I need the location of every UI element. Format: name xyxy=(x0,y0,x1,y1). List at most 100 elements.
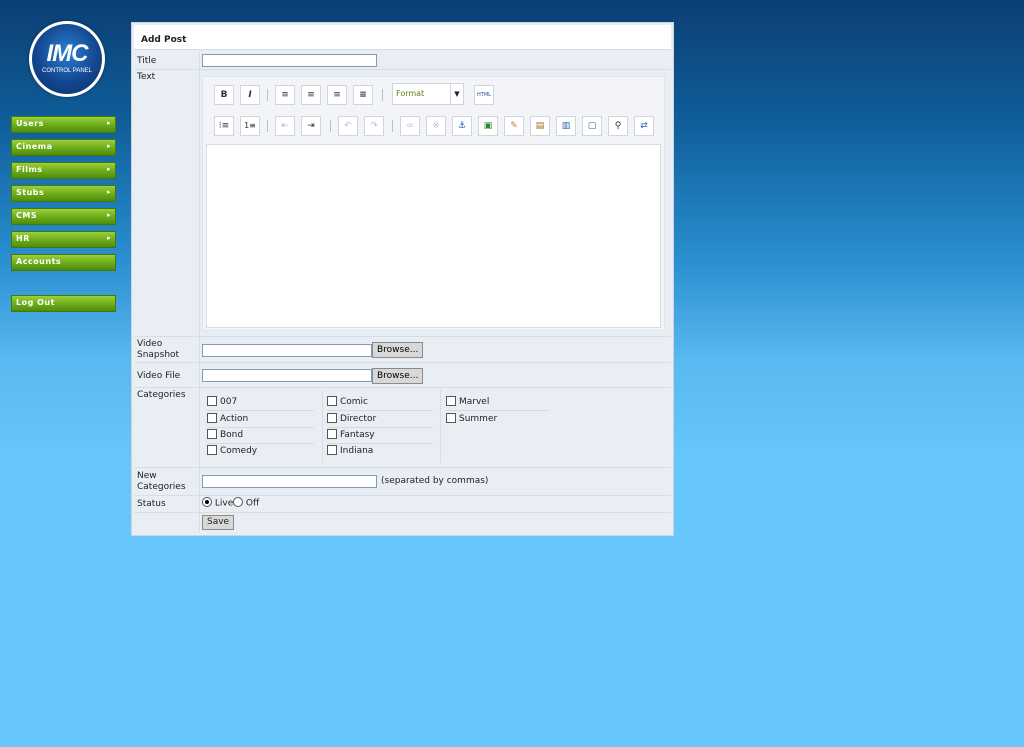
save-button[interactable]: Save xyxy=(202,515,235,530)
anchor-icon[interactable]: ⚓ xyxy=(452,116,472,136)
align-left-icon[interactable]: ≡ xyxy=(275,85,295,105)
category-label: Comic xyxy=(340,397,369,407)
menu-label: Users xyxy=(16,119,44,128)
video-file-row: Video File Browse... xyxy=(134,362,671,388)
title-input[interactable] xyxy=(202,54,377,67)
toolbar-separator xyxy=(392,120,393,132)
paste-text-icon[interactable]: ▤ xyxy=(530,116,550,136)
logo-subtext: CONTROL PANEL xyxy=(41,68,92,74)
category-bond[interactable]: Bond xyxy=(207,428,314,444)
image-icon[interactable]: ▣ xyxy=(478,116,498,136)
format-select[interactable]: Format ▼ xyxy=(392,83,464,105)
checkbox[interactable] xyxy=(327,428,337,439)
video-snapshot-input[interactable] xyxy=(202,344,372,357)
arrow-right-icon: ▸ xyxy=(106,119,111,127)
select-all-icon[interactable]: ▢ xyxy=(582,116,602,136)
indent-icon[interactable]: ⇥ xyxy=(301,116,321,136)
category-comic[interactable]: Comic xyxy=(327,395,433,411)
checkbox[interactable] xyxy=(207,412,217,423)
toolbar-separator xyxy=(267,120,268,132)
paste-word-icon[interactable]: ▥ xyxy=(556,116,576,136)
divider xyxy=(199,336,200,362)
category-007[interactable]: 007 xyxy=(207,395,314,411)
video-snapshot-label: Video Snapshot xyxy=(137,339,180,360)
outdent-icon[interactable]: ⇤ xyxy=(275,116,295,136)
link-icon[interactable]: ∞ xyxy=(400,116,420,136)
status-live-option[interactable]: Live xyxy=(202,497,234,509)
title-row: Title xyxy=(134,52,671,70)
align-right-icon[interactable]: ≡ xyxy=(327,85,347,105)
divider xyxy=(199,512,200,533)
category-fantasy[interactable]: Fantasy xyxy=(327,428,433,444)
menu-accounts-button[interactable]: Accounts xyxy=(11,254,116,271)
status-off-option[interactable]: Off xyxy=(233,497,260,509)
category-summer[interactable]: Summer xyxy=(446,412,550,428)
html-source-icon[interactable]: HTML xyxy=(474,85,494,105)
checkbox[interactable] xyxy=(207,444,217,455)
menu-users-button[interactable]: Users ▸ xyxy=(11,116,116,133)
replace-icon[interactable]: ⇄ xyxy=(634,116,654,136)
align-center-icon[interactable]: ≡ xyxy=(301,85,321,105)
editor-content-area[interactable] xyxy=(206,144,661,328)
category-label: Indiana xyxy=(340,446,374,456)
radio-button-selected[interactable] xyxy=(202,497,212,507)
menu-films-button[interactable]: Films ▸ xyxy=(11,162,116,179)
category-marvel[interactable]: Marvel xyxy=(446,395,550,411)
justify-icon[interactable]: ≡ xyxy=(353,85,373,105)
menu-label: Films xyxy=(16,165,43,174)
menu-stubs-button[interactable]: Stubs ▸ xyxy=(11,185,116,202)
checkbox[interactable] xyxy=(327,395,337,406)
divider xyxy=(199,362,200,387)
video-file-label: Video File xyxy=(137,371,181,381)
divider xyxy=(322,390,323,463)
video-snapshot-browse-button[interactable]: Browse... xyxy=(372,342,424,358)
status-label: Status xyxy=(137,499,166,509)
title-label: Title xyxy=(137,56,157,66)
menu-label: HR xyxy=(16,234,30,243)
category-director[interactable]: Director xyxy=(327,412,433,428)
save-row: Save xyxy=(134,512,671,533)
checkbox[interactable] xyxy=(207,395,217,406)
video-file-input[interactable] xyxy=(202,369,372,382)
logo-text: IMC xyxy=(46,40,89,67)
italic-icon[interactable]: I xyxy=(240,85,260,105)
status-live-label: Live xyxy=(214,498,234,509)
add-post-panel: Add Post Title Text B I ≡ ≡ ≡ ≡ Format ▼… xyxy=(131,22,674,536)
menu-cinema-button[interactable]: Cinema ▸ xyxy=(11,139,116,156)
cleanup-icon[interactable]: ✎ xyxy=(504,116,524,136)
checkbox[interactable] xyxy=(207,428,217,439)
menu-cms-button[interactable]: CMS ▸ xyxy=(11,208,116,225)
new-categories-hint: (separated by commas) xyxy=(381,476,489,486)
arrow-right-icon: ▸ xyxy=(106,211,111,219)
unlink-icon[interactable]: ※ xyxy=(426,116,446,136)
bold-icon[interactable]: B xyxy=(214,85,234,105)
find-icon[interactable]: ⚲ xyxy=(608,116,628,136)
logout-button[interactable]: Log Out xyxy=(11,295,116,312)
category-action[interactable]: Action xyxy=(207,412,314,428)
category-label: Summer xyxy=(459,414,498,424)
category-indiana[interactable]: Indiana xyxy=(327,444,433,460)
redo-icon[interactable]: ↷ xyxy=(364,116,384,136)
divider xyxy=(440,390,441,463)
divider xyxy=(199,495,200,512)
arrow-right-icon: ▸ xyxy=(106,188,111,196)
checkbox[interactable] xyxy=(446,412,456,423)
category-comedy[interactable]: Comedy xyxy=(207,444,314,460)
format-value: Format xyxy=(396,89,425,98)
category-label: Director xyxy=(340,414,377,424)
category-label: Bond xyxy=(220,430,244,440)
undo-icon[interactable]: ↶ xyxy=(338,116,358,136)
video-file-browse-button[interactable]: Browse... xyxy=(372,368,424,384)
numbered-list-icon[interactable]: 1≡ xyxy=(240,116,260,136)
toolbar-separator xyxy=(330,120,331,132)
radio-button[interactable] xyxy=(233,497,243,507)
checkbox[interactable] xyxy=(327,444,337,455)
checkbox[interactable] xyxy=(327,412,337,423)
status-off-label: Off xyxy=(245,498,260,509)
menu-label: Stubs xyxy=(16,188,45,197)
new-categories-input[interactable] xyxy=(202,475,377,488)
bullet-list-icon[interactable]: ⁝≡ xyxy=(214,116,234,136)
checkbox[interactable] xyxy=(446,395,456,406)
imc-logo: IMC CONTROL PANEL xyxy=(29,21,105,97)
menu-hr-button[interactable]: HR ▸ xyxy=(11,231,116,248)
